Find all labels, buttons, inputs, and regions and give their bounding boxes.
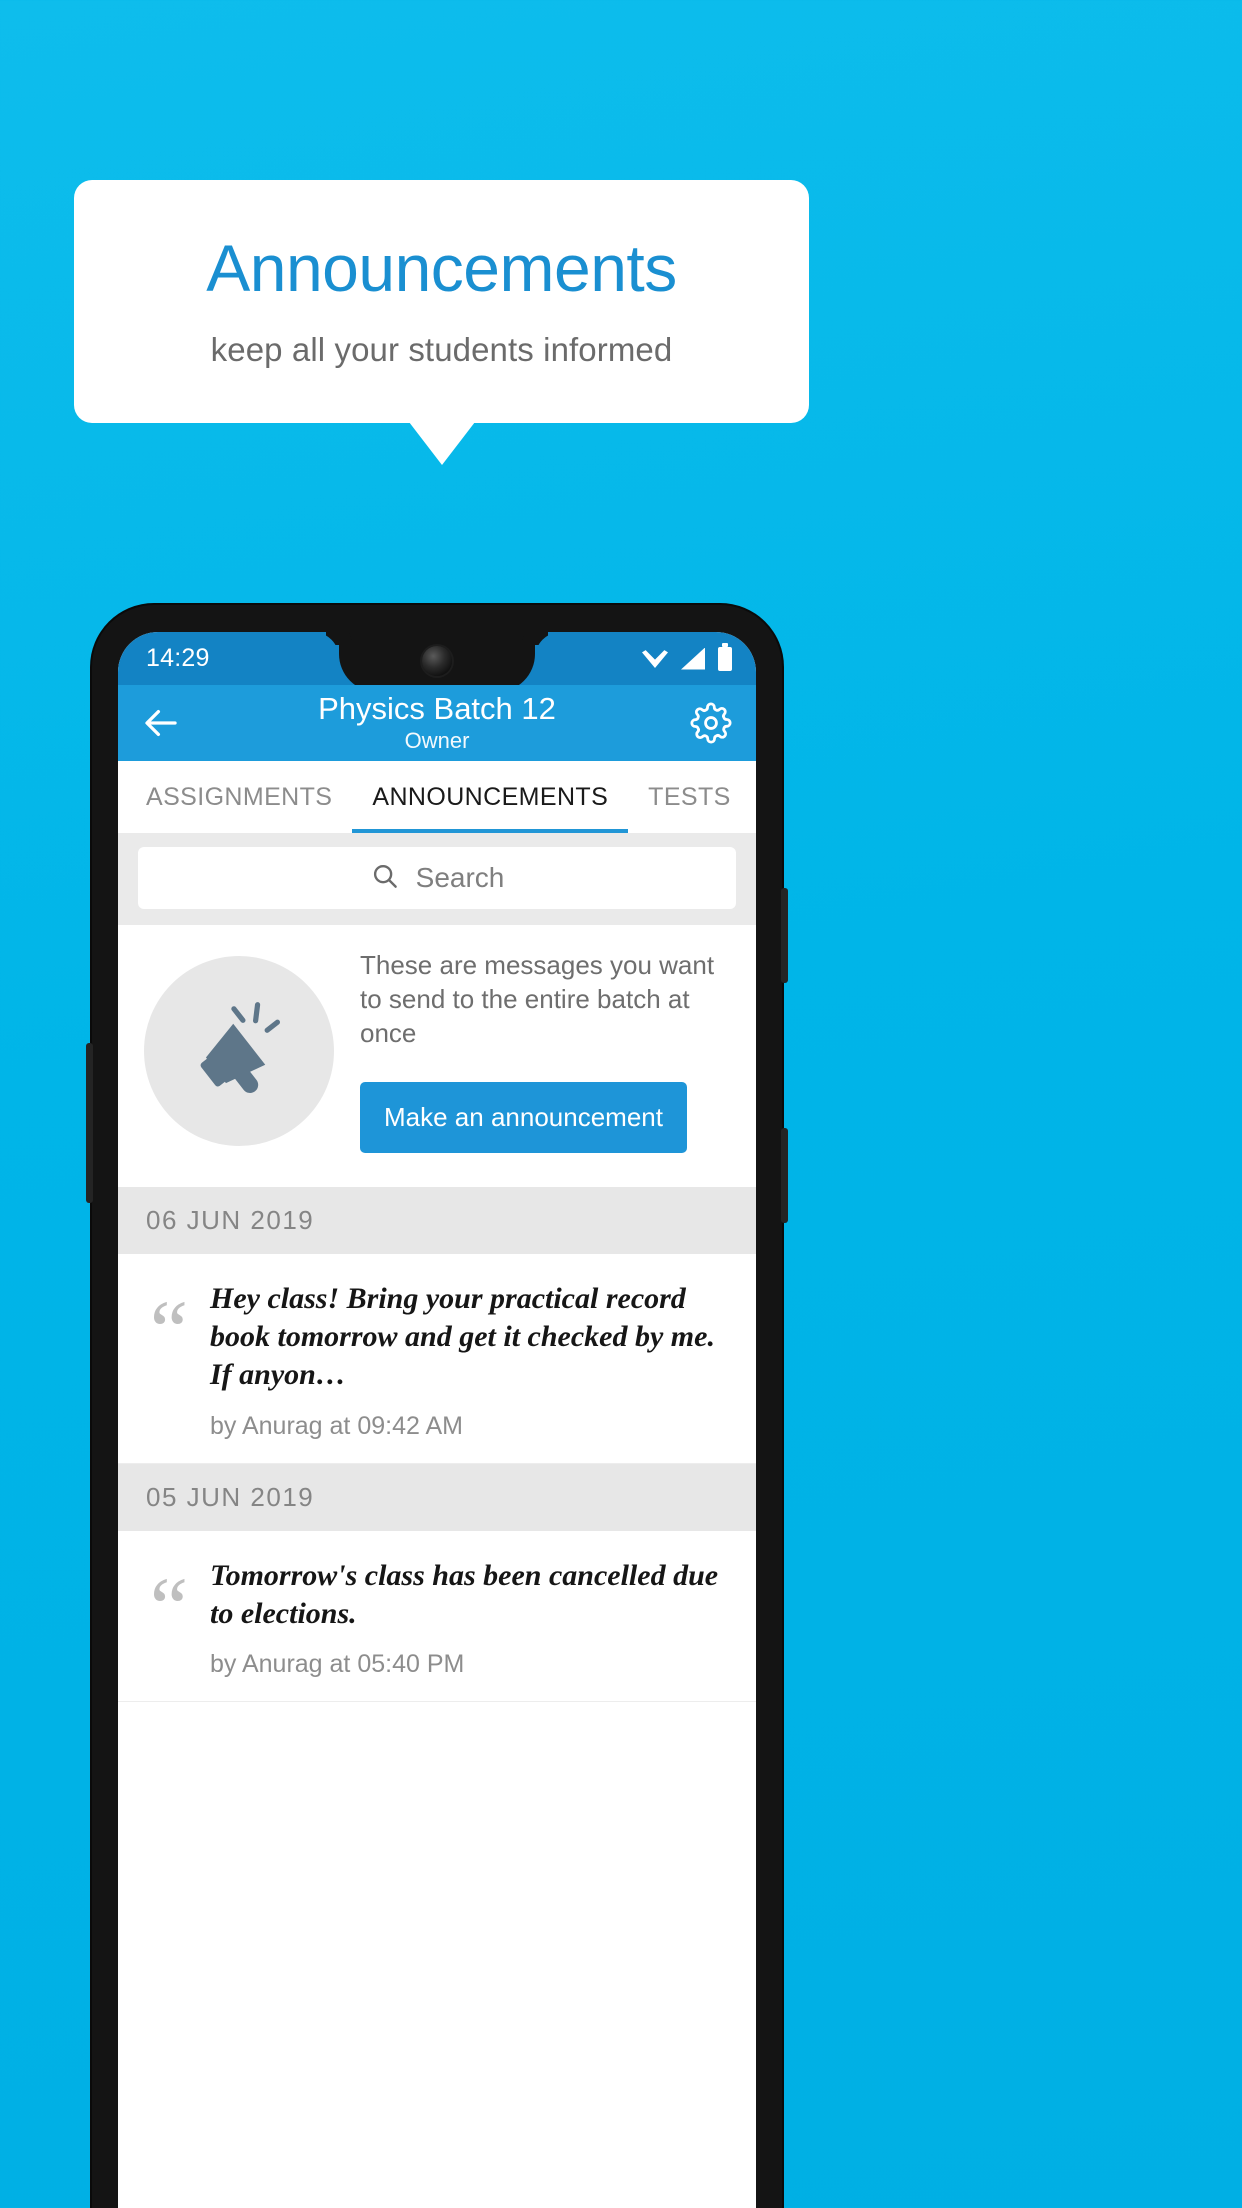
announcement-text: Tomorrow's class has been cancelled due …	[210, 1558, 719, 1630]
announcement-meta: by Anurag at 09:42 AM	[210, 1411, 463, 1440]
quote-icon: “	[149, 1282, 189, 1379]
promo-subtitle: keep all your students informed	[210, 330, 673, 368]
tab-announcements[interactable]: ANNOUNCEMENTS	[352, 761, 628, 833]
promo-title: Announcements	[206, 230, 677, 305]
front-camera	[422, 646, 452, 676]
search-icon	[370, 861, 400, 896]
volume-down-button[interactable]	[781, 1128, 788, 1223]
app-bar: Physics Batch 12 Owner	[118, 685, 756, 761]
phone-device: 14:29 Physics Batch 12 Owner ASSIGNMENTS…	[86, 605, 788, 2208]
announcement-intro-right: These are messages you want to send to t…	[360, 949, 730, 1154]
make-announcement-button[interactable]: Make an announcement	[360, 1082, 687, 1154]
wifi-icon	[642, 650, 668, 668]
tab-overflow[interactable]: ’	[751, 761, 756, 833]
search-section: Search	[118, 833, 756, 925]
tab-assignments[interactable]: ASSIGNMENTS	[118, 761, 352, 833]
promo-card: Announcements keep all your students inf…	[74, 180, 809, 423]
announcement-intro-card: These are messages you want to send to t…	[118, 925, 756, 1188]
quote-icon: “	[149, 1558, 189, 1655]
phone-notch	[339, 632, 535, 692]
arrow-left-icon[interactable]	[140, 702, 182, 744]
page-title: Physics Batch 12	[318, 691, 556, 726]
date-header: 05 JUN 2019	[118, 1463, 756, 1531]
announcement-intro-text: These are messages you want to send to t…	[360, 950, 715, 1048]
status-time: 14:29	[146, 644, 210, 672]
announcement-list-item[interactable]: “ Tomorrow's class has been cancelled du…	[118, 1530, 756, 1703]
announcement-text: Hey class! Bring your practical record b…	[210, 1282, 715, 1391]
status-icons	[642, 642, 732, 671]
tab-tests[interactable]: TESTS	[628, 761, 751, 833]
promo-bubble-tail	[409, 422, 475, 465]
gear-icon[interactable]	[690, 702, 732, 744]
phone-screen: 14:29 Physics Batch 12 Owner ASSIGNMENTS…	[118, 632, 756, 2208]
power-button[interactable]	[86, 1043, 93, 1203]
date-header: 06 JUN 2019	[118, 1187, 756, 1255]
battery-icon	[718, 642, 732, 671]
announcement-body: Hey class! Bring your practical record b…	[210, 1280, 740, 1440]
volume-up-button[interactable]	[781, 888, 788, 983]
megaphone-icon-circle	[144, 956, 334, 1147]
announcement-meta: by Anurag at 05:40 PM	[210, 1650, 465, 1679]
search-input[interactable]: Search	[138, 847, 736, 909]
announcement-body: Tomorrow's class has been cancelled due …	[210, 1557, 740, 1680]
tab-bar[interactable]: ASSIGNMENTS ANNOUNCEMENTS TESTS ’	[118, 761, 756, 833]
signal-icon	[681, 647, 705, 670]
status-bar: 14:29	[118, 632, 756, 692]
page-subtitle: Owner	[404, 727, 470, 753]
app-bar-titles: Physics Batch 12 Owner	[118, 691, 756, 754]
megaphone-icon	[187, 997, 291, 1106]
search-placeholder: Search	[415, 862, 505, 893]
announcement-list-item[interactable]: “ Hey class! Bring your practical record…	[118, 1254, 756, 1464]
